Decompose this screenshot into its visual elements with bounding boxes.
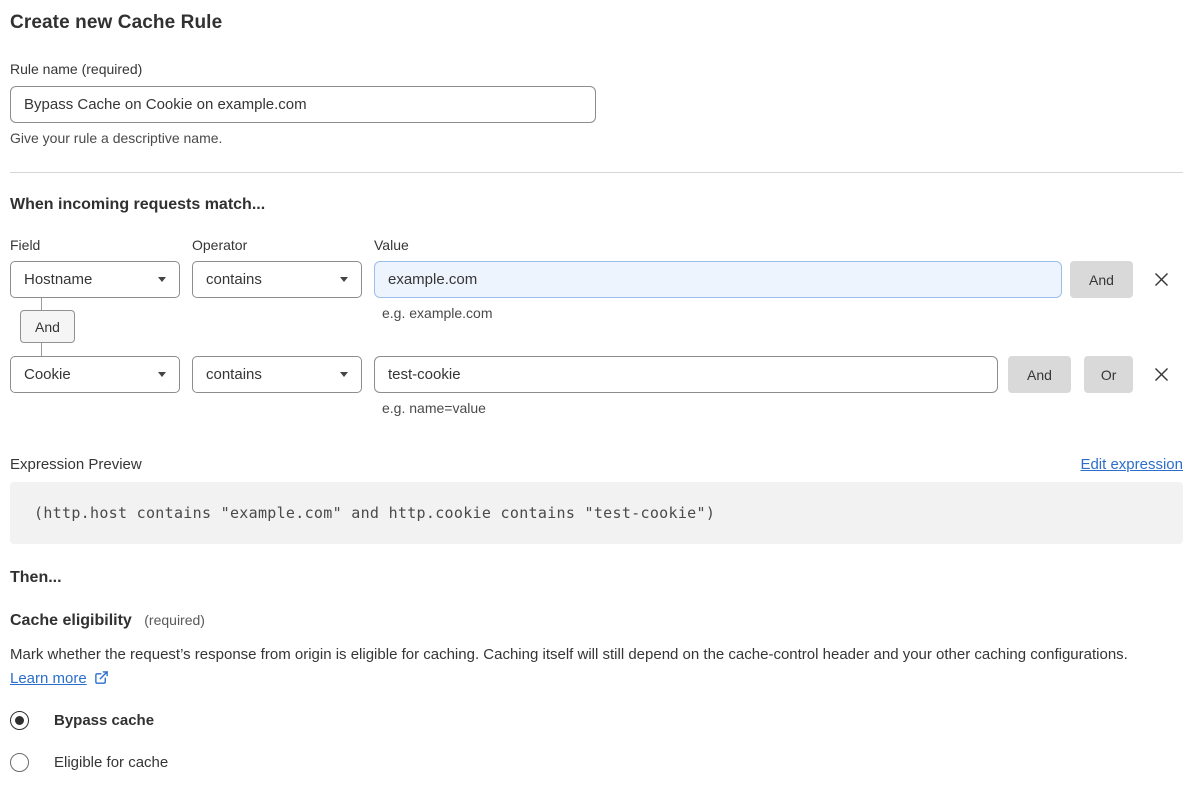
required-badge: (required) xyxy=(144,612,205,628)
section-divider xyxy=(10,172,1183,173)
external-link-icon xyxy=(95,671,108,684)
rule-name-input[interactable] xyxy=(10,86,596,123)
chevron-down-icon xyxy=(340,372,348,377)
page-title: Create new Cache Rule xyxy=(10,12,223,33)
operator-select-row2-value: contains xyxy=(206,366,262,383)
expression-preview-header: Expression Preview Edit expression xyxy=(10,456,1183,473)
value-hint-row2: e.g. name=value xyxy=(382,400,486,416)
eligible-for-cache-radio[interactable] xyxy=(10,753,29,772)
field-column-label: Field xyxy=(10,237,41,253)
close-icon xyxy=(1154,273,1168,286)
operator-column-label: Operator xyxy=(192,237,248,253)
value-input-row1[interactable] xyxy=(374,261,1062,298)
close-icon xyxy=(1155,368,1169,381)
and-button-row1[interactable]: And xyxy=(1070,261,1133,298)
rule-name-label: Rule name (required) xyxy=(10,61,143,77)
match-heading: When incoming requests match... xyxy=(10,196,266,213)
connector-and-button[interactable]: And xyxy=(20,310,75,343)
cache-eligibility-description-text: Mark whether the request’s response from… xyxy=(10,646,1128,663)
condition-row-1: Hostname contains And xyxy=(10,261,1183,298)
bypass-cache-radio[interactable] xyxy=(10,711,29,730)
then-heading: Then... xyxy=(10,569,62,586)
radio-dot xyxy=(15,716,24,725)
field-select-row1[interactable]: Hostname xyxy=(10,261,180,298)
value-input-row2[interactable] xyxy=(374,356,998,393)
chevron-down-icon xyxy=(158,277,166,282)
expression-code: (http.host contains "example.com" and ht… xyxy=(10,482,1183,544)
field-select-row2[interactable]: Cookie xyxy=(10,356,180,393)
operator-select-row1[interactable]: contains xyxy=(192,261,362,298)
and-button-row2[interactable]: And xyxy=(1008,356,1071,393)
operator-select-row1-value: contains xyxy=(206,271,262,288)
expression-preview-label: Expression Preview xyxy=(10,456,142,473)
bypass-cache-option[interactable]: Bypass cache xyxy=(10,711,1183,730)
or-button-row2[interactable]: Or xyxy=(1083,356,1134,393)
condition-connector-area: And e.g. example.com xyxy=(10,298,1183,356)
eligible-for-cache-label: Eligible for cache xyxy=(54,754,169,771)
eligible-for-cache-option[interactable]: Eligible for cache xyxy=(10,753,1183,772)
rule-name-help: Give your rule a descriptive name. xyxy=(10,130,223,146)
condition-column-labels: Field Operator Value xyxy=(10,237,1183,253)
field-select-row2-value: Cookie xyxy=(24,366,71,383)
edit-expression-link[interactable]: Edit expression xyxy=(1080,456,1183,473)
value-column-label: Value xyxy=(374,237,409,253)
cache-eligibility-header: Cache eligibility (required) xyxy=(10,612,1183,630)
condition-row-2: Cookie contains And Or xyxy=(10,356,1183,393)
operator-select-row2[interactable]: contains xyxy=(192,356,362,393)
chevron-down-icon xyxy=(158,372,166,377)
create-cache-rule-form: Create new Cache Rule Rule name (require… xyxy=(0,12,1200,792)
value-hint-row1: e.g. example.com xyxy=(382,305,493,321)
bypass-cache-label: Bypass cache xyxy=(54,712,155,729)
remove-condition-button-row2[interactable] xyxy=(1150,363,1173,386)
chevron-down-icon xyxy=(340,277,348,282)
cache-eligibility-heading: Cache eligibility xyxy=(10,612,132,629)
remove-condition-button-row1[interactable] xyxy=(1150,268,1173,291)
cache-eligibility-description: Mark whether the request’s response from… xyxy=(10,643,1165,691)
learn-more-link[interactable]: Learn more xyxy=(10,670,87,687)
field-select-row1-value: Hostname xyxy=(24,271,93,288)
